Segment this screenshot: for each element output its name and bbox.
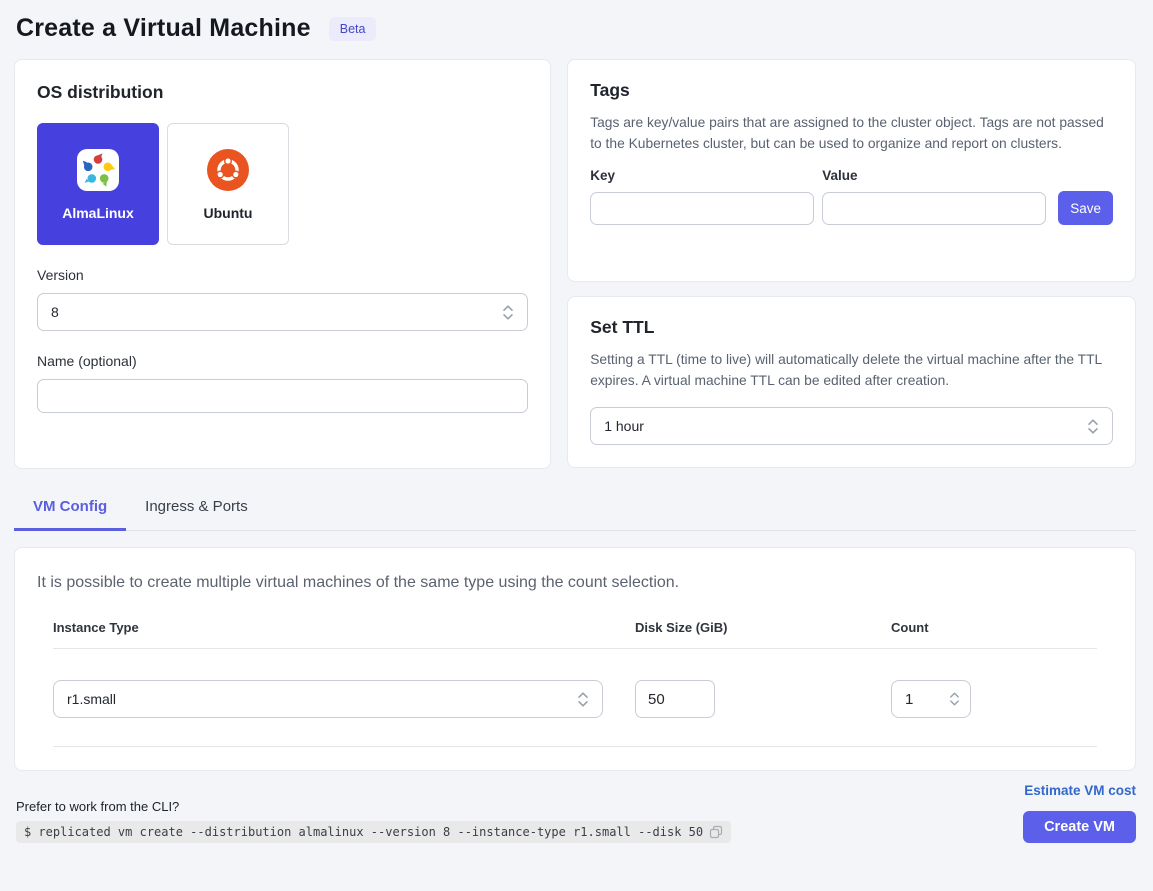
instance-type-cell: r1.small bbox=[53, 680, 635, 718]
version-label: Version bbox=[37, 267, 528, 283]
almalinux-logo-icon bbox=[76, 148, 120, 192]
os-tile-ubuntu[interactable]: Ubuntu bbox=[167, 123, 289, 245]
tags-card-title: Tags bbox=[590, 80, 1113, 101]
tag-value-field: Value bbox=[822, 168, 1046, 225]
footer-actions: Estimate VM cost Create VM bbox=[1023, 783, 1136, 843]
vm-table: Instance Type Disk Size (GiB) Count r1.s… bbox=[37, 620, 1113, 747]
os-tile-label-almalinux: AlmaLinux bbox=[62, 205, 134, 221]
chevron-updown-icon bbox=[577, 691, 589, 708]
tab-vm-config[interactable]: VM Config bbox=[14, 490, 126, 531]
os-distribution-card: OS distribution bbox=[14, 59, 551, 469]
cli-command-bar: $ replicated vm create --distribution al… bbox=[16, 821, 731, 843]
tags-input-row: Key Value Save bbox=[590, 168, 1113, 225]
vm-config-note: It is possible to create multiple virtua… bbox=[37, 574, 1113, 592]
version-select[interactable]: 8 bbox=[37, 293, 528, 331]
copy-icon[interactable] bbox=[709, 825, 723, 839]
save-tag-button[interactable]: Save bbox=[1058, 191, 1113, 225]
instance-type-value: r1.small bbox=[67, 691, 116, 707]
count-value: 1 bbox=[905, 691, 913, 708]
version-select-value: 8 bbox=[51, 304, 59, 320]
tag-key-field: Key bbox=[590, 168, 814, 225]
tags-card-description: Tags are key/value pairs that are assign… bbox=[590, 113, 1113, 154]
vm-table-row: r1.small 1 bbox=[53, 649, 1097, 747]
name-label: Name (optional) bbox=[37, 353, 528, 369]
ttl-card-title: Set TTL bbox=[590, 317, 1113, 338]
vm-table-header: Instance Type Disk Size (GiB) Count bbox=[53, 620, 1097, 649]
tag-key-label: Key bbox=[590, 168, 814, 183]
tags-card: Tags Tags are key/value pairs that are a… bbox=[567, 59, 1136, 282]
chevron-updown-icon bbox=[502, 304, 514, 321]
vm-config-card: It is possible to create multiple virtua… bbox=[14, 547, 1136, 771]
ttl-card: Set TTL Setting a TTL (time to live) wil… bbox=[567, 296, 1136, 468]
page-header: Create a Virtual Machine Beta bbox=[0, 12, 1153, 59]
stepper-updown-icon[interactable] bbox=[949, 691, 960, 707]
page-footer: Prefer to work from the CLI? $ replicate… bbox=[0, 771, 1153, 843]
count-cell: 1 bbox=[891, 680, 1097, 718]
os-tile-label-ubuntu: Ubuntu bbox=[204, 205, 253, 221]
tag-key-input[interactable] bbox=[590, 192, 814, 225]
tag-value-input[interactable] bbox=[822, 192, 1046, 225]
tag-value-label: Value bbox=[822, 168, 1046, 183]
ttl-card-description: Setting a TTL (time to live) will automa… bbox=[590, 350, 1113, 391]
ttl-select-value: 1 hour bbox=[604, 418, 644, 434]
disk-size-input[interactable] bbox=[635, 680, 715, 718]
page-title: Create a Virtual Machine bbox=[16, 14, 311, 43]
os-tile-row: AlmaLinux Ubuntu bbox=[37, 123, 528, 245]
ttl-select[interactable]: 1 hour bbox=[590, 407, 1113, 445]
os-tile-almalinux[interactable]: AlmaLinux bbox=[37, 123, 159, 245]
ubuntu-logo-icon bbox=[206, 148, 250, 192]
cli-prompt: Prefer to work from the CLI? bbox=[16, 799, 731, 814]
beta-badge: Beta bbox=[329, 17, 377, 41]
create-vm-button[interactable]: Create VM bbox=[1023, 811, 1136, 843]
count-stepper[interactable]: 1 bbox=[891, 680, 971, 718]
tab-bar: VM Config Ingress & Ports bbox=[14, 490, 1136, 531]
cli-command: $ replicated vm create --distribution al… bbox=[24, 825, 703, 839]
name-input[interactable] bbox=[37, 379, 528, 413]
chevron-updown-icon bbox=[1087, 418, 1099, 435]
create-vm-page: Create a Virtual Machine Beta OS distrib… bbox=[0, 0, 1153, 891]
right-column: Tags Tags are key/value pairs that are a… bbox=[567, 59, 1136, 469]
column-disk-size: Disk Size (GiB) bbox=[635, 620, 891, 635]
disk-size-cell bbox=[635, 680, 891, 718]
column-count: Count bbox=[891, 620, 1097, 635]
tab-ingress-ports[interactable]: Ingress & Ports bbox=[126, 490, 267, 531]
os-card-title: OS distribution bbox=[37, 82, 528, 103]
estimate-vm-cost-link[interactable]: Estimate VM cost bbox=[1024, 783, 1136, 798]
instance-type-select[interactable]: r1.small bbox=[53, 680, 603, 718]
column-instance-type: Instance Type bbox=[53, 620, 635, 635]
top-grid: OS distribution bbox=[0, 59, 1153, 469]
cli-section: Prefer to work from the CLI? $ replicate… bbox=[16, 799, 731, 843]
